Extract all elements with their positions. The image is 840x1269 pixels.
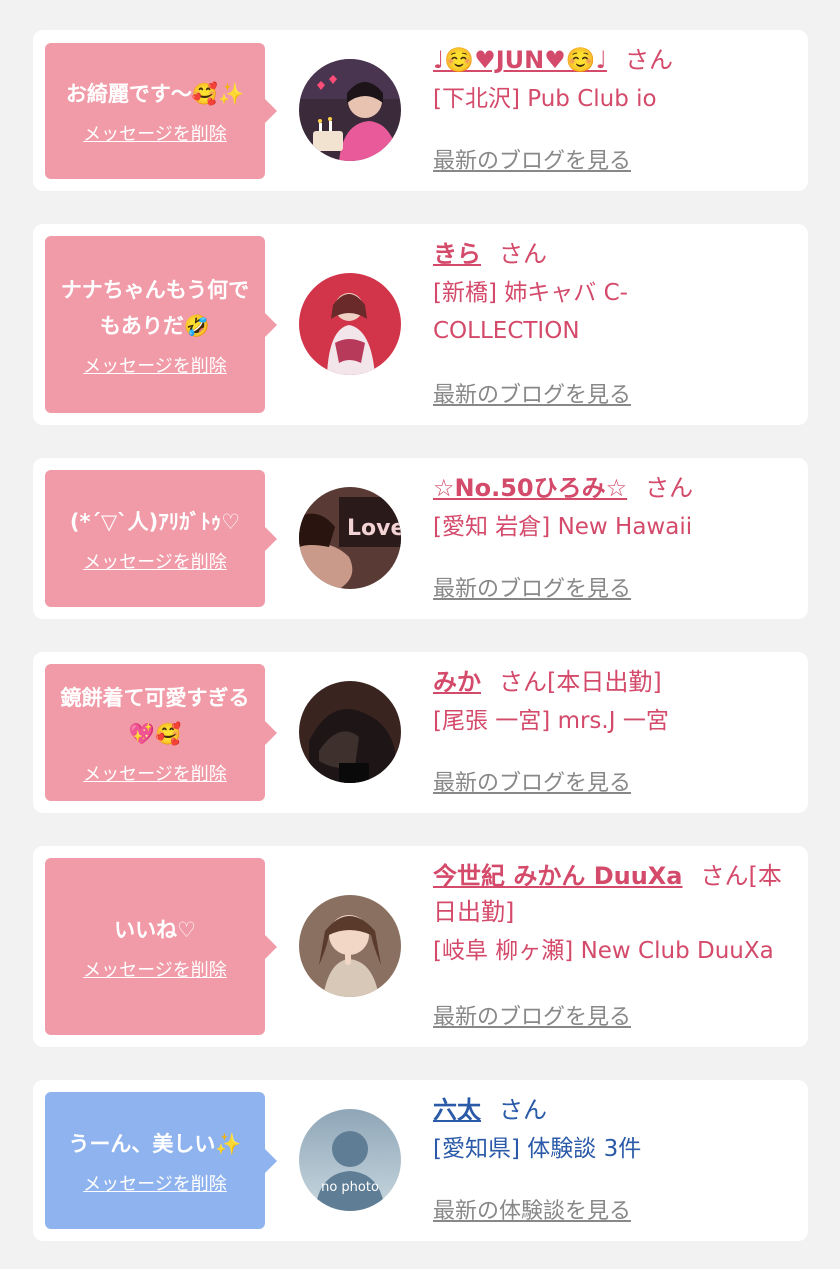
- avatar[interactable]: Love: [299, 487, 401, 589]
- cast-info: みか さん[本日出勤] [尾張 一宮] mrs.J 一宮: [433, 664, 792, 740]
- message-text: ナナちゃんもう何でもありだ🤣: [60, 277, 250, 338]
- honorific: さん: [499, 1096, 547, 1124]
- area-label: [愛知県] 体験談 3件: [433, 1136, 642, 1162]
- message-text: 鏡餅着て可愛すぎる💖🥰: [60, 685, 250, 746]
- avatar-text: no photo: [321, 1180, 379, 1195]
- message-bubble: 鏡餅着て可愛すぎる💖🥰 メッセージを削除: [45, 664, 277, 801]
- avatar[interactable]: [299, 895, 401, 997]
- cast-info: きら さん [新橋] 姉キャバ C-COLLECTION: [433, 236, 792, 350]
- message-bubble: お綺麗です〜🥰✨ メッセージを削除: [45, 43, 277, 179]
- cast-info: ♩☺️♥JUN♥☺️♩ さん [下北沢] Pub Club io: [433, 42, 792, 118]
- no-photo-icon: no photo: [299, 1109, 401, 1211]
- avatar-text: Love: [347, 516, 401, 541]
- cast-name-link[interactable]: 今世紀 みかん DuuXa: [433, 862, 683, 890]
- avatar[interactable]: [299, 59, 401, 161]
- cast-photo-icon: Love: [299, 487, 401, 589]
- message-text: お綺麗です〜🥰✨: [65, 82, 245, 106]
- cast-name-link[interactable]: きら: [433, 240, 481, 268]
- latest-blog-link[interactable]: 最新のブログを見る: [433, 377, 631, 409]
- message-text: (*´▽`人)ｱﾘｶﾞﾄｩ♡: [69, 509, 241, 534]
- latest-blog-link[interactable]: 最新のブログを見る: [433, 999, 631, 1031]
- avatar[interactable]: [299, 273, 401, 375]
- latest-blog-link[interactable]: 最新のブログを見る: [433, 765, 631, 797]
- cast-name-link[interactable]: みか: [433, 668, 481, 696]
- message-card: 鏡餅着て可愛すぎる💖🥰 メッセージを削除 みか さん[本日出勤] [尾張 一宮] …: [33, 652, 808, 813]
- cast-name-link[interactable]: ♩☺️♥JUN♥☺️♩: [433, 46, 607, 74]
- message-list: お綺麗です〜🥰✨ メッセージを削除 ♩☺️♥JUN♥☺️♩ さん [下北沢] P…: [0, 0, 840, 1269]
- avatar[interactable]: [299, 681, 401, 783]
- cast-photo-icon: [299, 895, 401, 997]
- message-bubble: いいね♡ メッセージを削除: [45, 858, 277, 1035]
- message-card: うーん、美しい✨ メッセージを削除 no photo 六太 さん [愛知県] 体…: [33, 1080, 808, 1241]
- delete-message-link[interactable]: メッセージを削除: [83, 120, 227, 146]
- message-card: ナナちゃんもう何でもありだ🤣 メッセージを削除 きら さん [新橋] 姉キャバ C…: [33, 224, 808, 425]
- cast-info: 今世紀 みかん DuuXa さん[本日出勤] [岐阜 柳ヶ瀬] New Club …: [433, 858, 792, 970]
- honorific: さん: [624, 46, 673, 74]
- latest-review-link[interactable]: 最新の体験談を見る: [433, 1193, 631, 1225]
- message-card: お綺麗です〜🥰✨ メッセージを削除 ♩☺️♥JUN♥☺️♩ さん [下北沢] P…: [33, 30, 808, 191]
- cast-photo-icon: [299, 273, 401, 375]
- honorific: さん[本日出勤]: [499, 668, 662, 696]
- cast-info: ☆No.50ひろみ☆ さん [愛知 岩倉] New Hawaii: [433, 470, 792, 546]
- delete-message-link[interactable]: メッセージを削除: [83, 956, 227, 982]
- message-bubble: (*´▽`人)ｱﾘｶﾞﾄｩ♡ メッセージを削除: [45, 470, 277, 607]
- cast-photo-icon: [299, 59, 401, 161]
- delete-message-link[interactable]: メッセージを削除: [83, 1170, 227, 1196]
- latest-blog-link[interactable]: 最新のブログを見る: [433, 571, 631, 603]
- user-name-link[interactable]: 六太: [433, 1096, 481, 1124]
- message-bubble: ナナちゃんもう何でもありだ🤣 メッセージを削除: [45, 236, 277, 413]
- cast-photo-icon: [299, 681, 401, 783]
- message-card: (*´▽`人)ｱﾘｶﾞﾄｩ♡ メッセージを削除 Love ☆No.50ひろみ☆ さ…: [33, 458, 808, 619]
- honorific: さん: [499, 240, 547, 268]
- delete-message-link[interactable]: メッセージを削除: [83, 352, 227, 378]
- shop-label: [岐阜 柳ヶ瀬] New Club DuuXa: [433, 938, 774, 964]
- delete-message-link[interactable]: メッセージを削除: [83, 760, 227, 786]
- cast-name-link[interactable]: ☆No.50ひろみ☆: [433, 474, 627, 502]
- shop-label: [尾張 一宮] mrs.J 一宮: [433, 708, 669, 734]
- shop-label: [新橋] 姉キャバ C-COLLECTION: [433, 280, 628, 344]
- shop-label: [愛知 岩倉] New Hawaii: [433, 514, 693, 540]
- delete-message-link[interactable]: メッセージを削除: [83, 548, 227, 574]
- avatar[interactable]: no photo: [299, 1109, 401, 1211]
- message-bubble: うーん、美しい✨ メッセージを削除: [45, 1092, 277, 1229]
- user-info: 六太 さん [愛知県] 体験談 3件: [433, 1092, 792, 1168]
- honorific: さん: [645, 474, 694, 502]
- message-text: うーん、美しい✨: [68, 1131, 242, 1156]
- latest-blog-link[interactable]: 最新のブログを見る: [433, 143, 631, 175]
- message-text: いいね♡: [114, 917, 196, 942]
- shop-label: [下北沢] Pub Club io: [433, 86, 657, 112]
- message-card: いいね♡ メッセージを削除 今世紀 みかん DuuXa さん[本日出勤] [岐阜 …: [33, 846, 808, 1047]
